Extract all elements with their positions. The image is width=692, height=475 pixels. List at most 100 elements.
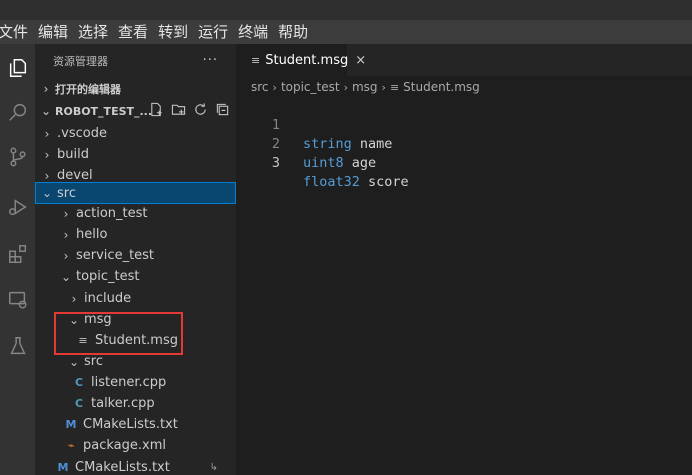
remote-explorer-icon[interactable] — [0, 280, 35, 320]
line-number: 3 — [271, 155, 280, 171]
xml-file-icon: ⌁ — [67, 439, 75, 452]
tree-item-label: action_test — [76, 206, 148, 221]
more-actions-icon[interactable]: ··· — [203, 53, 218, 68]
breadcrumb-topic-test[interactable]: topic_test — [281, 80, 340, 94]
tree-item-hello[interactable]: › hello — [35, 224, 236, 245]
chevron-right-icon: › — [63, 227, 69, 242]
tree-item-action-test[interactable]: › action_test — [35, 203, 236, 224]
new-folder-icon[interactable] — [171, 102, 186, 117]
workspace-label: ROBOT_TEST_... — [55, 104, 153, 118]
symlink-badge: ↳ — [209, 462, 218, 473]
cpp-file-icon: C — [74, 376, 84, 389]
tree-item-label: topic_test — [76, 269, 140, 284]
cmake-file-icon: M — [65, 418, 77, 431]
open-editors-label: 打开的编辑器 — [55, 83, 121, 96]
tree-item-cmakelists-topic[interactable]: M CMakeLists.txt — [35, 414, 236, 435]
close-icon[interactable]: × — [355, 53, 366, 68]
file-lines-icon: ≡ — [389, 80, 400, 94]
tree-item-label: devel — [57, 168, 93, 183]
code-text: float32 score — [303, 173, 409, 192]
search-icon[interactable] — [0, 92, 35, 132]
activity-bar — [0, 44, 35, 475]
menu-run[interactable]: 运行 — [198, 20, 228, 44]
tree-item-build[interactable]: › build — [35, 144, 236, 165]
menu-terminal[interactable]: 终端 — [238, 20, 268, 44]
tree-item-talker-cpp[interactable]: C talker.cpp — [35, 393, 236, 414]
chevron-right-icon: › — [343, 80, 348, 94]
tree-item-package-xml[interactable]: ⌁ package.xml — [35, 435, 236, 456]
collapse-all-icon[interactable] — [215, 102, 230, 117]
tree-item-label: service_test — [76, 248, 155, 263]
tree-item-label: CMakeLists.txt — [75, 460, 170, 475]
menu-edit[interactable]: 编辑 — [38, 20, 68, 44]
tree-item-label: talker.cpp — [91, 396, 155, 411]
tree-item-label: package.xml — [83, 438, 166, 453]
source-control-icon[interactable] — [0, 137, 35, 177]
tree-item-label: include — [84, 291, 132, 306]
chevron-right-icon: › — [43, 82, 49, 96]
explorer-header: 资源管理器 ··· — [35, 44, 236, 78]
menu-view[interactable]: 查看 — [118, 20, 148, 44]
tree-item-label: msg — [84, 312, 112, 327]
new-file-icon[interactable] — [149, 102, 164, 117]
tab-student-msg[interactable]: ≡ Student.msg × — [236, 44, 366, 76]
tree-item-include[interactable]: › include — [35, 288, 236, 309]
code-line: 3 float32 score — [236, 135, 692, 190]
code-editor[interactable]: 1 string name 2 uint8 age 3 float32 scor… — [236, 97, 692, 190]
tree-item-label: CMakeLists.txt — [83, 417, 178, 432]
tree-item-label: listener.cpp — [91, 375, 167, 390]
field-type: float32 — [303, 174, 360, 190]
tree-item-src[interactable]: ⌄ src — [35, 182, 236, 204]
menu-file[interactable]: 文件 — [0, 20, 28, 44]
code-line: 2 uint8 age — [236, 116, 692, 171]
chevron-right-icon: › — [272, 80, 277, 94]
field-name: age — [351, 155, 377, 171]
tree-item-vscode[interactable]: › .vscode — [35, 123, 236, 144]
explorer-title: 资源管理器 — [53, 55, 108, 68]
tree-item-service-test[interactable]: › service_test — [35, 245, 236, 266]
chevron-right-icon: › — [71, 291, 77, 306]
workspace-section[interactable]: ⌄ ROBOT_TEST_... — [35, 100, 236, 122]
menu-help[interactable]: 帮助 — [278, 20, 308, 44]
chevron-down-icon: ⌄ — [40, 104, 52, 118]
breadcrumb-src[interactable]: src — [251, 80, 269, 94]
tab-bar: ≡ Student.msg × — [236, 44, 692, 76]
menu-selection[interactable]: 选择 — [78, 20, 108, 44]
tree-item-label: Student.msg — [95, 333, 178, 348]
field-name: score — [368, 174, 409, 190]
refresh-icon[interactable] — [193, 102, 208, 117]
field-type: uint8 — [303, 155, 344, 171]
tab-label: Student.msg — [265, 52, 349, 68]
tree-item-label: hello — [76, 227, 108, 242]
breadcrumb-file[interactable]: Student.msg — [403, 80, 480, 94]
chevron-down-icon: ⌄ — [68, 354, 80, 369]
chevron-down-icon: ⌄ — [41, 186, 53, 200]
breadcrumb-msg[interactable]: msg — [352, 80, 378, 94]
menu-bar: 文件 编辑 选择 查看 转到 运行 终端 帮助 — [0, 20, 692, 44]
open-editors-section[interactable]: › 打开的编辑器 — [35, 78, 236, 100]
testing-icon[interactable] — [0, 326, 35, 366]
run-debug-icon[interactable] — [0, 187, 35, 227]
menu-go[interactable]: 转到 — [158, 20, 188, 44]
file-lines-icon: ≡ — [78, 334, 88, 347]
title-bar — [0, 0, 692, 20]
chevron-right-icon: › — [44, 168, 50, 183]
tree-item-topic-test[interactable]: ⌄ topic_test — [35, 266, 236, 287]
tree-item-label: .vscode — [57, 126, 107, 141]
tree-item-student-msg[interactable]: ≡ Student.msg — [35, 330, 236, 351]
file-lines-icon: ≡ — [251, 53, 261, 67]
extensions-icon[interactable] — [0, 234, 35, 274]
chevron-down-icon: ⌄ — [60, 269, 72, 284]
chevron-right-icon: › — [381, 80, 386, 94]
explorer-icon[interactable] — [0, 48, 35, 88]
tree-item-label: src — [57, 185, 76, 201]
tree-item-cmakelists-src[interactable]: M CMakeLists.txt ↳ — [35, 457, 236, 475]
chevron-down-icon: ⌄ — [68, 312, 80, 327]
chevron-right-icon: › — [63, 206, 69, 221]
tree-item-msg[interactable]: ⌄ msg — [35, 309, 236, 330]
tree-item-src-inner[interactable]: ⌄ src — [35, 351, 236, 372]
explorer-sidebar: 资源管理器 ··· › 打开的编辑器 ⌄ ROBOT_TEST_... › .v… — [35, 44, 236, 475]
editor-area: ≡ Student.msg × src › topic_test › msg ›… — [236, 44, 692, 475]
code-text: uint8 age — [303, 154, 376, 173]
tree-item-listener-cpp[interactable]: C listener.cpp — [35, 372, 236, 393]
